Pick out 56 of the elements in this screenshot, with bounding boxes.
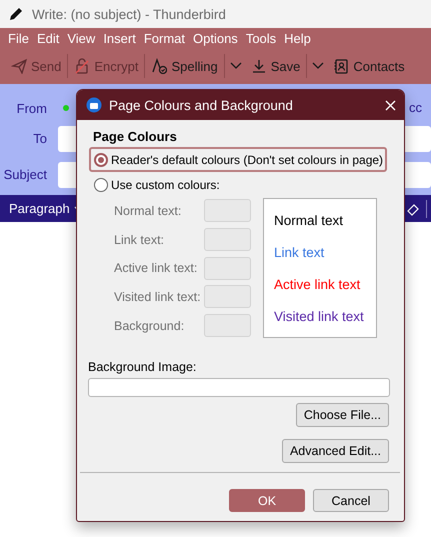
paper-plane-icon (11, 58, 27, 74)
status-dot (63, 105, 69, 111)
radio-button[interactable] (94, 152, 108, 166)
chevron-down-icon (312, 62, 324, 70)
address-book-icon (333, 58, 350, 74)
spelling-button[interactable]: Spelling (146, 56, 223, 76)
menu-item[interactable]: Format (140, 30, 189, 46)
colour-swatch-button[interactable] (204, 285, 251, 308)
close-icon (385, 100, 396, 110)
option-label: Use custom colours: (111, 178, 220, 192)
preview-text: Visited link text (274, 308, 364, 324)
window-title: Write: (no subject) - Thunderbird (32, 6, 226, 22)
to-label: To (32, 131, 48, 146)
advanced-edit-button[interactable]: Advanced Edit... (282, 439, 389, 463)
colour-swatch-button[interactable] (204, 256, 251, 280)
pencil-icon (8, 6, 24, 22)
menu-item[interactable]: Options (189, 30, 242, 46)
radio-option[interactable]: Use custom colours: (89, 172, 224, 197)
menu-item[interactable]: Edit (32, 30, 64, 46)
radio-option[interactable]: Reader's default colours (Don't set colours in page) (89, 147, 388, 172)
background-image-label: Background Image: (88, 360, 196, 374)
crossed-lock-icon (74, 58, 90, 74)
colour-swatch-button[interactable] (204, 314, 251, 338)
colour-swatch-button[interactable] (204, 199, 251, 222)
menu-item[interactable]: View (63, 30, 100, 46)
colour-label: Normal text: (114, 204, 182, 218)
chevron-down-icon (230, 62, 242, 70)
menu-item[interactable]: Help (280, 30, 315, 46)
choose-file-button[interactable]: Choose File... (296, 403, 389, 427)
menu-item[interactable]: Tools (242, 30, 280, 46)
colour-label: Link text: (114, 232, 166, 247)
colour-swatch-button[interactable] (204, 228, 251, 251)
from-label: From (16, 100, 48, 116)
app-logo-icon (86, 97, 102, 113)
subject-label: Subject (2, 167, 48, 182)
download-icon (250, 58, 267, 74)
ok-button[interactable]: OK (229, 489, 305, 512)
menu-item[interactable]: Insert (99, 30, 140, 46)
radio-button[interactable] (94, 178, 108, 192)
dialog-title: Page Colours and Background (109, 98, 293, 112)
preview-text: Link text (274, 244, 324, 260)
option-label: Reader's default colours (Don't set colours in page) (111, 152, 384, 166)
preview-text: Normal text (274, 212, 344, 228)
background-image-field[interactable] (88, 378, 390, 397)
cc-link[interactable]: cc (409, 100, 422, 115)
menu-item[interactable]: File (4, 30, 33, 46)
section-heading: Page Colours (93, 129, 178, 144)
cancel-button[interactable]: Cancel (313, 489, 389, 512)
close-button[interactable] (385, 100, 396, 110)
colour-label: Active link text: (114, 261, 198, 276)
spell-check-icon (151, 58, 168, 74)
colour-label: Visited link text: (114, 290, 202, 304)
save-button[interactable]: Save (246, 56, 306, 76)
colour-label: Background: (114, 319, 186, 334)
preview-text: Active link text (274, 276, 360, 292)
contacts-button[interactable]: Contacts (328, 56, 410, 76)
